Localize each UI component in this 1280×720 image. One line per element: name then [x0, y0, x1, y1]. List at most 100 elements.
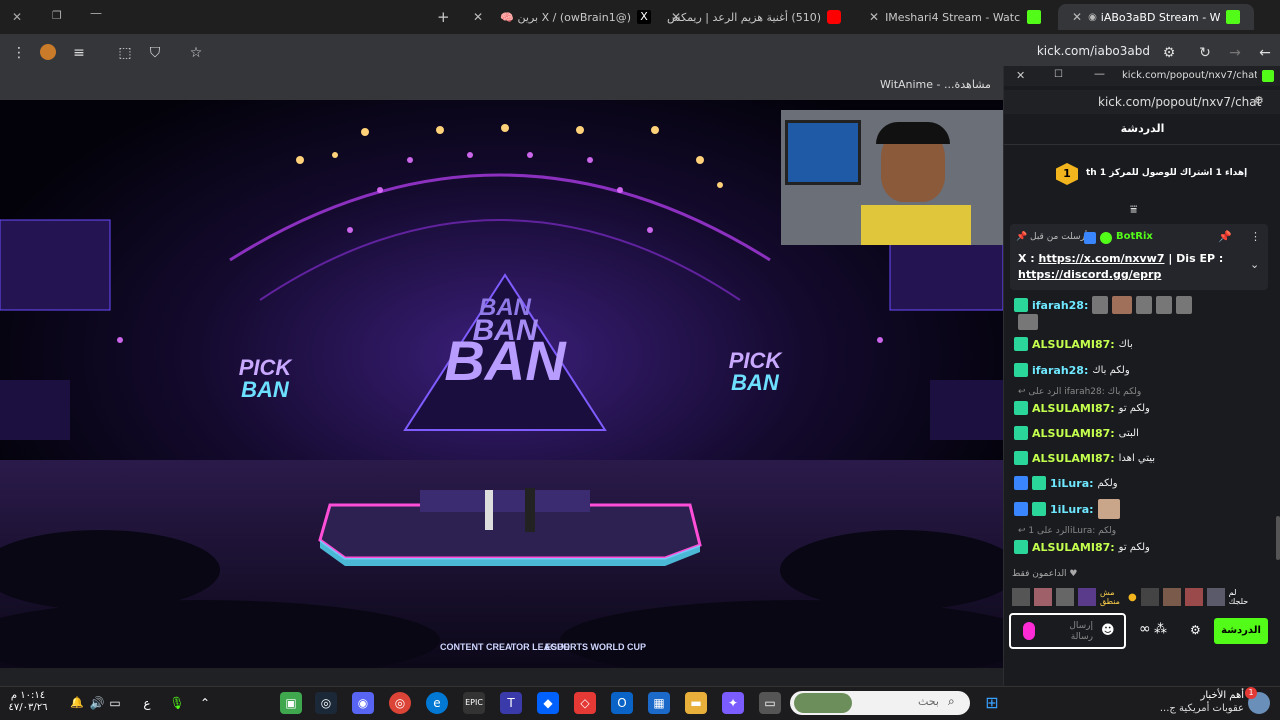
- username[interactable]: ALSULAMI87:: [1032, 338, 1115, 351]
- close-window-icon[interactable]: ✕: [12, 10, 22, 24]
- shield-icon[interactable]: ⛉: [146, 44, 164, 62]
- steam-icon[interactable]: ◎: [315, 692, 337, 714]
- expand-icon[interactable]: ⩸: [1130, 202, 1137, 217]
- unpin-icon[interactable]: 📌: [1218, 230, 1232, 243]
- sub-badge: [1014, 363, 1028, 377]
- username[interactable]: ALSULAMI87:: [1032, 541, 1115, 554]
- chat-scrollbar[interactable]: [1276, 516, 1280, 560]
- tab-youtube-song[interactable]: (510) أغنية هزيم الرعد | ريمكس ✕: [665, 4, 855, 30]
- chat-input[interactable]: إرسال رسالة ☻: [1009, 613, 1126, 649]
- notifications-icon[interactable]: 🔔: [66, 692, 88, 714]
- sub-badge: [1014, 451, 1028, 465]
- infinity-icon[interactable]: ∞: [1139, 621, 1151, 637]
- emote[interactable]: [1140, 588, 1159, 606]
- extensions-icon[interactable]: ⬚: [116, 44, 134, 62]
- clock-date: ٤٧/٠٣/٢٦: [8, 702, 48, 713]
- settings-gear-icon[interactable]: ⚙: [1190, 623, 1201, 637]
- emote-label[interactable]: مش منطق: [1100, 588, 1124, 606]
- close-tab-icon[interactable]: ✕: [473, 10, 483, 24]
- maximize-popup-icon[interactable]: ☐: [1054, 69, 1063, 80]
- kick-icon: [1226, 10, 1240, 24]
- teams-icon[interactable]: T: [500, 692, 522, 714]
- emote[interactable]: [1184, 588, 1203, 606]
- more-icon[interactable]: ⋮: [1250, 230, 1261, 243]
- tune-icon[interactable]: ⚙: [1254, 94, 1264, 107]
- emote[interactable]: [1206, 588, 1225, 606]
- emote[interactable]: [1012, 588, 1030, 606]
- username[interactable]: ALSULAMI87:: [1032, 452, 1115, 465]
- send-chat-button[interactable]: الدردشة: [1214, 618, 1268, 644]
- discord-icon[interactable]: ◉: [352, 692, 374, 714]
- menu-icon[interactable]: ⋮: [10, 44, 28, 62]
- file-explorer-icon[interactable]: ▬: [685, 692, 707, 714]
- username[interactable]: ifarah28:: [1032, 364, 1088, 377]
- close-popup-icon[interactable]: ✕: [1016, 69, 1025, 82]
- language-indicator[interactable]: ع: [136, 692, 158, 714]
- chat-message: ALSULAMI87: ولكم تو: [1014, 401, 1272, 415]
- taskbar-search[interactable]: بحث ⌕: [790, 691, 970, 715]
- bookmark-witanime[interactable]: مشاهدة... - WitAnime: [880, 78, 991, 91]
- audio-icon: ◉: [1088, 11, 1097, 23]
- store-icon[interactable]: ▦: [648, 692, 670, 714]
- minimize-window-icon[interactable]: —: [90, 6, 102, 20]
- app-window-icon[interactable]: ▭: [759, 692, 781, 714]
- anydesk-icon[interactable]: ◇: [574, 692, 596, 714]
- outlook-icon[interactable]: O: [611, 692, 633, 714]
- emote[interactable]: [1056, 588, 1074, 606]
- username[interactable]: 1iLura:: [1050, 503, 1094, 516]
- video-player[interactable]: BAN BAN BAN PICK BAN PICK BAN CONTENT CR…: [0, 100, 1003, 668]
- tune-icon[interactable]: ⚙: [1160, 44, 1178, 62]
- chrome-icon[interactable]: ◎: [389, 692, 411, 714]
- xbox-app-icon[interactable]: ▣: [280, 692, 302, 714]
- username[interactable]: ALSULAMI87:: [1032, 402, 1115, 415]
- pinned-by-label: أرسلت من قبل: [1030, 232, 1088, 242]
- profile-avatar[interactable]: [40, 44, 56, 60]
- clock[interactable]: ١٠:١٤ م ٤٧/٠٣/٢٦: [8, 690, 48, 714]
- network-icon[interactable]: ▭: [104, 692, 126, 714]
- emote[interactable]: [1034, 588, 1052, 606]
- x-link[interactable]: https://x.com/nxvw7: [1039, 252, 1165, 265]
- copilot-icon[interactable]: ✦: [722, 692, 744, 714]
- pinned-username[interactable]: BotRix: [1116, 231, 1153, 242]
- windows-start-icon[interactable]: ⊞: [981, 692, 1003, 714]
- username[interactable]: ALSULAMI87:: [1032, 427, 1115, 440]
- tab-meshari-stream[interactable]: ✕ IMeshari4 Stream - Watch Live: [855, 4, 1055, 30]
- emote[interactable]: [1078, 588, 1096, 606]
- close-tab-icon[interactable]: ✕: [869, 10, 879, 24]
- discord-link[interactable]: https://discord.gg/eprp: [1018, 268, 1161, 281]
- popup-urlbar: kick.com/popout/nxv7/chat ⚙: [1004, 90, 1280, 114]
- close-tab-icon[interactable]: ✕: [1072, 10, 1082, 24]
- microphone-tray-icon[interactable]: 🎙: [166, 692, 188, 714]
- message-text: باك: [1118, 338, 1133, 350]
- tab-abo3abd-stream[interactable]: ✕ ◉ iABo3aBD Stream - Watch L: [1058, 4, 1254, 30]
- minimize-popup-icon[interactable]: —: [1094, 67, 1105, 80]
- maximize-window-icon[interactable]: ❐: [52, 9, 62, 22]
- tab-label: iABo3aBD Stream - Watch L: [1100, 10, 1220, 24]
- back-icon[interactable]: ←: [1256, 44, 1274, 62]
- emote-label[interactable]: لم حلجك: [1229, 588, 1251, 606]
- bookmark-star-icon[interactable]: ☆: [187, 44, 205, 62]
- microphone-icon[interactable]: [1023, 622, 1035, 640]
- tab-x-brain[interactable]: X X / (owBrain1@) برين 🧠 ✕: [463, 4, 665, 30]
- points-icon[interactable]: ⁂: [1154, 622, 1167, 637]
- chevron-down-icon[interactable]: ⌄: [1250, 258, 1259, 271]
- close-tab-icon[interactable]: ✕: [671, 10, 681, 24]
- forward-icon[interactable]: →: [1226, 44, 1244, 62]
- chat-popup-window: ✕ ☐ — kick.com/popout/nxv7/chat... kick.…: [1003, 66, 1280, 686]
- tray-chevron-icon[interactable]: ⌃: [194, 692, 216, 714]
- dropbox-icon[interactable]: ◆: [537, 692, 559, 714]
- emoji-icon[interactable]: ☻: [1101, 623, 1115, 638]
- username[interactable]: ifarah28:: [1032, 299, 1088, 312]
- username[interactable]: 1iLura:: [1050, 477, 1094, 490]
- chat-message: ALSULAMI87: باك: [1014, 337, 1272, 351]
- emote: [1112, 296, 1133, 314]
- emote[interactable]: [1162, 588, 1181, 606]
- epic-games-icon[interactable]: EPIC: [463, 692, 485, 714]
- url-text[interactable]: kick.com/iabo3abd: [1030, 44, 1150, 58]
- new-tab-button[interactable]: +: [437, 8, 450, 26]
- media-icon[interactable]: ≡: [70, 44, 88, 62]
- reload-icon[interactable]: ↻: [1196, 44, 1214, 62]
- emote[interactable]: ●: [1128, 592, 1137, 603]
- news-widget[interactable]: أهم الأخبار عقوبات أمريكية ج...: [1140, 689, 1244, 715]
- edge-icon[interactable]: e: [426, 692, 448, 714]
